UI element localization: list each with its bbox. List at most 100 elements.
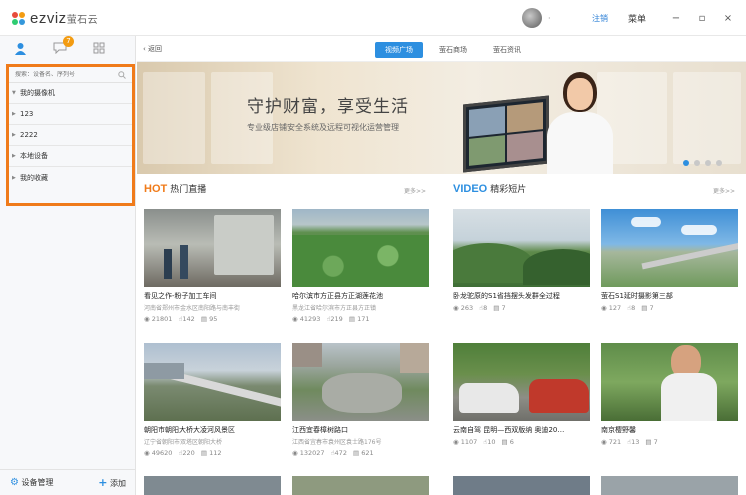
eye-icon: ◉ (292, 315, 298, 323)
video-card[interactable]: 卧龙驼原的S1省挡摆头发群全过程 ◉ 263 ☝8 ▤ 7 (453, 209, 590, 312)
views-count: ◉ 132027 (292, 449, 325, 457)
sidebar: 7 ▼我的摄像机 ▶123 ▶2222 ▶本地设备 ▶我的收藏 ⚙ 设备管理 +… (0, 36, 136, 495)
add-device-button[interactable]: + 添加 (98, 476, 126, 489)
card-title: 云南自驾 昆明—西双版纳 奥迪20… (453, 426, 565, 434)
title-bar: ezviz萤石云 · 注销 菜单 − ▫ × (0, 0, 746, 36)
comment-icon: ▤ (641, 304, 648, 312)
user-icon[interactable] (14, 42, 27, 57)
device-search (9, 67, 132, 83)
card-location: 江西省宜春市袁州区袁士路176号 (292, 439, 382, 446)
comment-icon: ▤ (352, 449, 360, 457)
card-title: 江西宜春樟树路口 (292, 426, 348, 434)
eye-icon: ◉ (144, 449, 150, 457)
back-button[interactable]: ‹ 返回 (143, 44, 162, 54)
video-card[interactable]: 云南自驾 昆明—西双版纳 奥迪20… ◉ 1107 ☝10 ▤ 6 (453, 343, 590, 446)
expand-arrow-icon[interactable]: ▶ (12, 153, 20, 159)
video-card[interactable]: 南京樱野馨 ◉ 721 ☝13 ▤ 7 (601, 343, 738, 446)
video-thumbnail[interactable] (601, 209, 738, 287)
views-count: ◉ 21801 (144, 315, 173, 323)
tree-item-2222[interactable]: ▶ 2222 (9, 125, 132, 146)
views-count: ◉ 49620 (144, 449, 173, 457)
username: · (547, 13, 551, 23)
carousel-dots (683, 160, 722, 166)
expand-arrow-icon[interactable]: ▶ (12, 111, 20, 117)
likes-count: ☝8 (479, 304, 488, 312)
eye-icon: ◉ (601, 438, 607, 446)
eye-icon: ◉ (144, 315, 150, 323)
live-card[interactable]: 哈尔滨市方正县方正湖莲花池 黑龙江省哈尔滨市方正县方正镇 ◉ 41293 ☝21… (292, 209, 429, 323)
promo-banner[interactable]: 守护财富，享受生活 专业级店铺安全系统及远程可视化运营管理 (137, 62, 746, 174)
video-thumbnail[interactable] (453, 343, 590, 421)
live-thumbnail[interactable] (144, 343, 281, 421)
avatar[interactable] (521, 8, 542, 28)
search-icon[interactable] (118, 70, 126, 79)
live-card[interactable]: 朝阳市朝阳大桥大凌河风景区 辽宁省朝阳市双塔区朝阳大桥 ◉ 49620 ☝220… (144, 343, 281, 457)
message-icon[interactable]: 7 (53, 36, 74, 56)
maximize-button[interactable]: ▫ (694, 13, 710, 24)
tab-store[interactable]: 萤石商场 (429, 42, 477, 58)
video-thumbnail[interactable] (601, 343, 738, 421)
comments-count: ▤ 7 (645, 438, 658, 446)
likes-count: ☝219 (326, 315, 343, 323)
views-count: ◉ 721 (601, 438, 622, 446)
live-thumbnail[interactable] (144, 209, 281, 287)
live-card[interactable]: 江西宜春樟树路口 江西省宜春市袁州区袁士路176号 ◉ 132027 ☝472 … (292, 343, 429, 457)
tree-item-123[interactable]: ▶ 123 (9, 104, 132, 125)
card-location: 河南省郑州市金水区南阳路与南丰街 (144, 305, 241, 312)
logout-link[interactable]: 注销 (592, 13, 608, 24)
tree-item-my-cameras[interactable]: ▼ 我的摄像机 (9, 83, 132, 104)
video-thumbnail[interactable] (453, 476, 590, 495)
plus-icon: + (98, 476, 108, 489)
tab-video-square[interactable]: 视频广场 (375, 42, 423, 58)
comments-count: ▤ 95 (200, 315, 218, 323)
likes-count: ☝8 (627, 304, 636, 312)
likes-count: ☝10 (483, 438, 496, 446)
card-title: 南京樱野馨 (601, 426, 636, 434)
grid-view-icon[interactable] (93, 42, 105, 56)
video-section-header: VIDEO 精彩短片 (453, 183, 527, 195)
live-thumbnail[interactable] (292, 209, 429, 287)
tree-item-favorites[interactable]: ▶ 我的收藏 (9, 167, 132, 188)
expand-arrow-icon[interactable]: ▶ (12, 132, 20, 138)
card-title: 看见之作-粉子加工车间 (144, 292, 217, 300)
chevron-left-icon: ‹ (143, 45, 146, 53)
likes-count: ☝142 (178, 315, 195, 323)
hot-more-link[interactable]: 更多>> (404, 186, 426, 195)
likes-count: ☝13 (627, 438, 640, 446)
comments-count: ▤ 7 (641, 304, 654, 312)
video-thumbnail[interactable] (453, 209, 590, 287)
banner-title: 守护财富，享受生活 (247, 97, 409, 117)
close-button[interactable]: × (720, 13, 736, 24)
live-thumbnail[interactable] (292, 476, 429, 495)
eye-icon: ◉ (601, 304, 607, 312)
video-card[interactable]: 萤石S1延时摄影第三部 ◉ 127 ☝8 ▤ 7 (601, 209, 738, 312)
live-thumbnail[interactable] (144, 476, 281, 495)
carousel-dot[interactable] (683, 160, 689, 166)
banner-woman-image (541, 72, 621, 174)
banner-subtitle: 专业级店铺安全系统及远程可视化运营管理 (247, 123, 399, 132)
eye-icon: ◉ (292, 449, 298, 457)
tab-news[interactable]: 萤石资讯 (483, 42, 531, 58)
card-title: 卧龙驼原的S1省挡摆头发群全过程 (453, 292, 560, 300)
carousel-dot[interactable] (716, 160, 722, 166)
video-thumbnail[interactable] (601, 476, 738, 495)
card-title: 萤石S1延时摄影第三部 (601, 292, 673, 300)
eye-icon: ◉ (453, 438, 459, 446)
comment-icon: ▤ (200, 315, 207, 323)
card-title: 朝阳市朝阳大桥大凌河风景区 (144, 426, 235, 434)
live-thumbnail[interactable] (292, 343, 429, 421)
nav-bar: ‹ 返回 视频广场 萤石商场 萤石资讯 (137, 36, 746, 62)
minimize-button[interactable]: − (668, 13, 684, 24)
carousel-dot[interactable] (694, 160, 700, 166)
tree-item-local-devices[interactable]: ▶ 本地设备 (9, 146, 132, 167)
carousel-dot[interactable] (705, 160, 711, 166)
live-card[interactable]: 看见之作-粉子加工车间 河南省郑州市金水区南阳路与南丰街 ◉ 21801 ☝14… (144, 209, 281, 323)
device-search-input[interactable] (15, 71, 105, 78)
device-manage-button[interactable]: ⚙ 设备管理 (10, 477, 54, 488)
comments-count: ▤ 171 (348, 315, 370, 323)
menu-button[interactable]: 菜单 (628, 12, 646, 25)
comments-count: ▤ 6 (501, 438, 514, 446)
expand-arrow-icon[interactable]: ▶ (12, 175, 20, 181)
video-more-link[interactable]: 更多>> (713, 186, 735, 195)
expand-arrow-icon[interactable]: ▼ (12, 90, 20, 96)
